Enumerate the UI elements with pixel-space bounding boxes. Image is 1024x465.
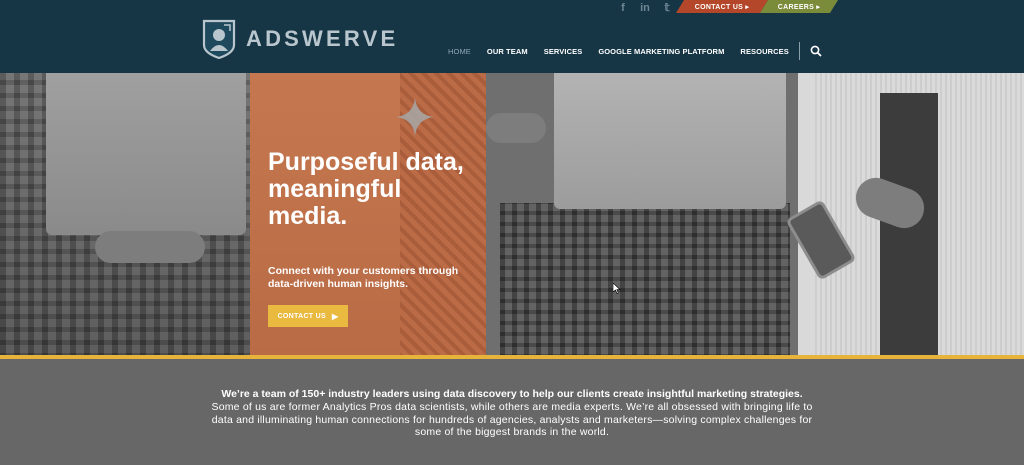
nav-divider (798, 42, 800, 60)
nav-item-services[interactable]: SERVICES (544, 47, 583, 56)
hero-hand (486, 113, 546, 143)
search-icon[interactable] (810, 45, 822, 57)
mouse-cursor-icon (613, 283, 621, 294)
twitter-icon[interactable]: 𝕥 (656, 2, 678, 14)
hero-contact-button[interactable]: CONTACT US ▶ (268, 305, 348, 327)
play-icon: ▶ (331, 311, 339, 321)
linkedin-icon[interactable]: in (634, 2, 656, 14)
main-nav: HOME OUR TEAM SERVICES GOOGLE MARKETING … (448, 42, 822, 60)
nav-item-resources[interactable]: RESOURCES (740, 47, 788, 56)
hero-laptop-left (46, 73, 246, 235)
logo[interactable]: ADSWERVE (200, 19, 398, 59)
social-links: f in 𝕥 (612, 2, 678, 14)
about-section: We’re a team of 150+ industry leaders us… (0, 359, 1024, 465)
hero-hand (95, 231, 205, 263)
hero-title: Purposeful data, meaningful media. (268, 148, 464, 230)
hero-subtitle: Connect with your customers through data… (268, 265, 459, 290)
careers-tab[interactable]: CAREERS ▸ (760, 0, 838, 13)
contact-us-tab[interactable]: CONTACT US ▸ (676, 0, 768, 13)
logo-badge-icon (202, 19, 236, 59)
hero-contact-label: CONTACT US (277, 312, 326, 320)
nav-item-home[interactable]: HOME (448, 47, 471, 56)
hero-plaid-shirt (500, 203, 790, 358)
logo-wordmark: ADSWERVE (246, 26, 399, 51)
facebook-icon[interactable]: f (612, 2, 634, 14)
about-body: Some of us are former Analytics Pros dat… (211, 401, 813, 438)
nav-item-google-marketing-platform[interactable]: GOOGLE MARKETING PLATFORM (598, 47, 724, 56)
hero-banner (0, 73, 1024, 358)
nav-item-our-team[interactable]: OUR TEAM (487, 47, 528, 56)
site-header: ADSWERVE f in 𝕥 CONTACT US ▸ CAREERS ▸ H… (0, 0, 1024, 73)
about-lead: We’re a team of 150+ industry leaders us… (221, 388, 803, 400)
hero-laptop-right (554, 73, 786, 209)
sparkle-icon (396, 98, 434, 136)
